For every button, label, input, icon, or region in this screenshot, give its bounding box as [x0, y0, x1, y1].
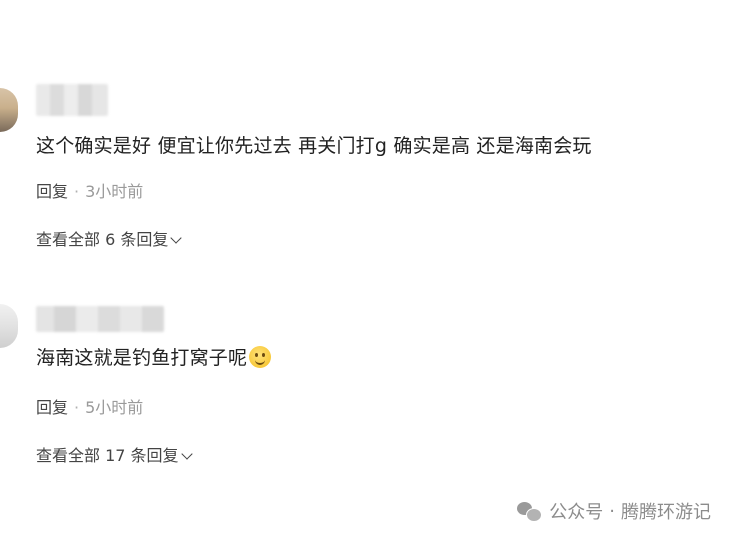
view-all-replies-label: 查看全部 6 条回复: [36, 230, 169, 249]
avatar[interactable]: [0, 304, 18, 348]
view-all-replies-link[interactable]: 查看全部 17 条回复: [36, 442, 193, 466]
comment-text: 海南这就是钓鱼打窝子呢: [36, 344, 272, 372]
comment-meta: 回复 · 5小时前: [36, 394, 143, 418]
meta-separator: ·: [74, 398, 80, 417]
comment-time: 5小时前: [85, 398, 144, 417]
comment-meta: 回复 · 3小时前: [36, 178, 143, 202]
chevron-down-icon: [180, 448, 193, 460]
view-all-replies-label: 查看全部 17 条回复: [36, 446, 179, 465]
watermark-separator: ·: [609, 500, 615, 522]
username-blurred[interactable]: [36, 84, 108, 116]
watermark-source: 公众号: [549, 502, 604, 523]
view-all-replies-link[interactable]: 查看全部 6 条回复: [36, 226, 183, 250]
comment-text-content: 海南这就是钓鱼打窝子呢: [36, 347, 248, 369]
avatar[interactable]: [0, 88, 18, 132]
username-blurred[interactable]: [36, 306, 164, 332]
watermark: 公众号 · 腾腾环游记: [517, 498, 711, 524]
chevron-down-icon: [170, 232, 183, 244]
wechat-icon: [517, 500, 543, 522]
reply-button[interactable]: 回复: [36, 398, 68, 417]
smiling-face-icon: [249, 346, 272, 368]
comment-time: 3小时前: [85, 182, 144, 201]
reply-button[interactable]: 回复: [36, 182, 68, 201]
comment-text: 这个确实是好 便宜让你先过去 再关门打g 确实是高 还是海南会玩: [36, 135, 592, 157]
watermark-account: 腾腾环游记: [621, 502, 711, 523]
meta-separator: ·: [74, 182, 80, 201]
